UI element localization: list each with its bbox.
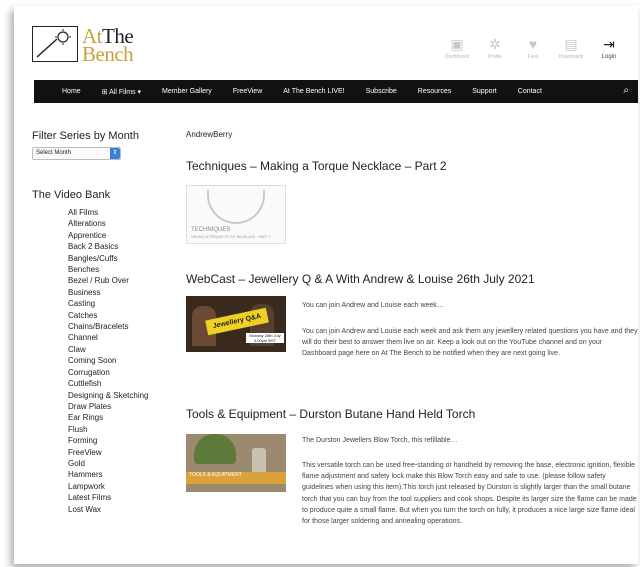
post-title[interactable]: Techniques – Making a Torque Necklace – … [186, 159, 447, 173]
nav-member-gallery[interactable]: Member Gallery [162, 88, 212, 95]
category-link[interactable]: Business [68, 287, 182, 298]
post-title[interactable]: Tools & Equipment – Durston Butane Hand … [186, 407, 475, 421]
main-content: AndrewBerry Techniques – Making a Torque… [186, 130, 638, 525]
category-link[interactable]: Apprentice [68, 230, 182, 241]
category-link[interactable]: Bezel / Rub Over [68, 275, 182, 286]
nav-freeview[interactable]: FreeView [233, 88, 262, 95]
category-link[interactable]: FreeView [68, 447, 182, 458]
login-label: Login [601, 54, 617, 60]
thumbnail-caption: TECHNIQUES [191, 227, 231, 233]
month-select[interactable]: Select Month ⇕ [32, 147, 121, 160]
necklace-image [207, 190, 265, 224]
search-icon[interactable]: ⌕ [623, 85, 629, 97]
site-logo[interactable]: AtThe Bench [32, 24, 160, 66]
header-icon-bar: ▣ Dashboard ✲ Profile ♥ Favs ▤ Downloads… [438, 36, 628, 60]
category-link[interactable]: Corrugation [68, 367, 182, 378]
category-link[interactable]: Designing & Sketching [68, 390, 182, 401]
page-frame: AtThe Bench ▣ Dashboard ✲ Profile ♥ Favs… [14, 6, 638, 564]
dashboard-label: Dashboard [444, 54, 470, 60]
post-description: You can join Andrew and Louise each week… [302, 328, 638, 358]
document-icon: ▤ [564, 36, 578, 52]
post-thumbnail[interactable]: TECHNIQUES MAKING A TORQUE STYLE NECKLAC… [186, 185, 286, 244]
nav-contact[interactable]: Contact [518, 88, 542, 95]
category-link[interactable]: Catches [68, 310, 182, 321]
post-excerpt: The Durston Jewellers Blow Torch, this r… [302, 437, 458, 444]
main-nav: Home ⊞ All Films ▾ Member Gallery FreeVi… [34, 80, 638, 103]
sidebar: Filter Series by Month Select Month ⇕ Th… [32, 130, 182, 515]
category-link[interactable]: Benches [68, 264, 182, 275]
category-link[interactable]: Draw Plates [68, 401, 182, 412]
site-header: AtThe Bench ▣ Dashboard ✲ Profile ♥ Favs… [14, 6, 638, 70]
month-select-value: Select Month [36, 150, 72, 156]
nav-support[interactable]: Support [472, 88, 497, 95]
login-icon: ⇥ [603, 36, 615, 52]
filter-heading: Filter Series by Month [32, 130, 139, 142]
category-link[interactable]: Latest Films [68, 492, 182, 503]
profile-link[interactable]: ✲ Profile [476, 36, 514, 60]
chevron-down-icon: ⇕ [110, 148, 120, 159]
thumbnail-banner: TOOLS & EQUIPMENT [186, 472, 286, 484]
downloads-link[interactable]: ▤ Downloads [552, 36, 590, 60]
category-link[interactable]: Bangles/Cuffs [68, 253, 182, 264]
category-link[interactable]: Ear Rings [68, 412, 182, 423]
favs-link[interactable]: ♥ Favs [514, 36, 552, 60]
category-link[interactable]: Alterations [68, 218, 182, 229]
category-link[interactable]: Flush [68, 424, 182, 435]
category-link[interactable]: All Films [68, 207, 182, 218]
category-link[interactable]: Gold [68, 458, 182, 469]
category-link[interactable]: Hammers [68, 469, 182, 480]
downloads-label: Downloads [558, 54, 584, 60]
profile-label: Profile [487, 54, 503, 60]
category-link[interactable]: Back 2 Basics [68, 241, 182, 252]
logo-line2: Bench [82, 42, 134, 66]
post-excerpt: You can join Andrew and Louise each week… [302, 302, 444, 309]
login-link[interactable]: ⇥ Login [590, 36, 628, 60]
category-link[interactable]: Casting [68, 298, 182, 309]
post-title[interactable]: WebCast – Jewellery Q & A With Andrew & … [186, 272, 535, 286]
post-thumbnail[interactable]: TOOLS & EQUIPMENT [186, 434, 286, 492]
category-link[interactable]: Channel [68, 332, 182, 343]
post-description: This versatile torch can be used free-st… [302, 462, 637, 526]
video-bank-list: All Films Alterations Apprentice Back 2 … [32, 207, 182, 515]
category-link[interactable]: Cuttlefish [68, 378, 182, 389]
plant-image [194, 434, 236, 464]
nav-live[interactable]: At The Bench LIVE! [283, 88, 344, 95]
category-link[interactable]: Coming Soon [68, 355, 182, 366]
video-bank-heading: The Video Bank [32, 189, 111, 201]
heart-icon: ♥ [528, 36, 538, 52]
category-link[interactable]: Lampwork [68, 481, 182, 492]
nav-all-films[interactable]: ⊞ All Films ▾ [102, 88, 141, 96]
category-link[interactable]: Claw [68, 344, 182, 355]
nav-subscribe[interactable]: Subscribe [366, 88, 397, 95]
author-name: AndrewBerry [186, 130, 233, 139]
category-link[interactable]: Lost Wax [68, 504, 182, 515]
nav-resources[interactable]: Resources [418, 88, 451, 95]
category-link[interactable]: Forming [68, 435, 182, 446]
dashboard-icon: ▣ [450, 36, 464, 52]
favs-label: Favs [527, 54, 539, 60]
post-thumbnail[interactable]: Jewellery Q&A Monday 26th July 4:00pm BS… [186, 296, 286, 352]
category-link[interactable]: Chains/Bracelets [68, 321, 182, 332]
thumbnail-subcaption: MAKING A TORQUE STYLE NECKLACE - PART 2 [191, 235, 271, 239]
logo-emblem-icon [32, 26, 78, 62]
settings-icon: ✲ [489, 36, 501, 52]
nav-home[interactable]: Home [62, 88, 81, 95]
dashboard-link[interactable]: ▣ Dashboard [438, 36, 476, 60]
thumbnail-date: Monday 26th July 4:00pm BST [246, 333, 284, 343]
